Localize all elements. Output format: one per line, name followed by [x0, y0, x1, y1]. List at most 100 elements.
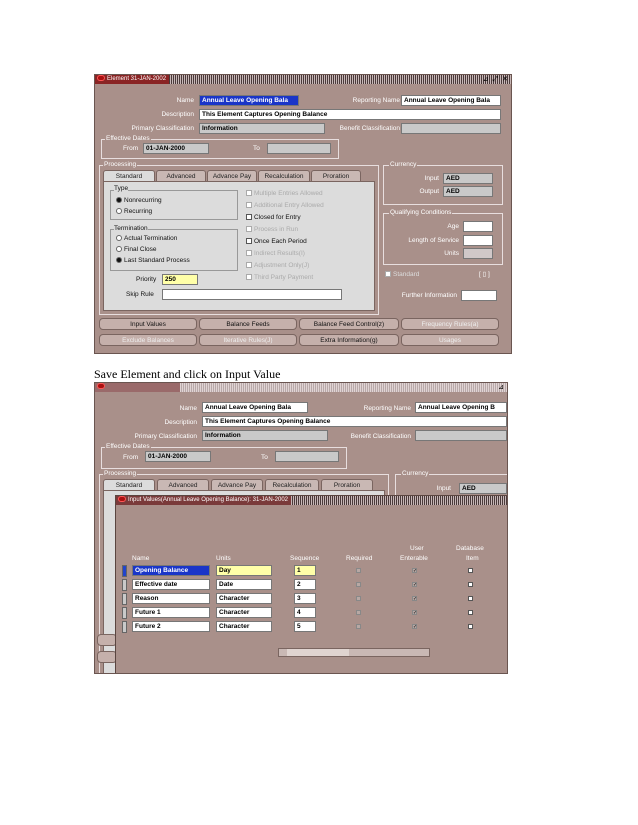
third-party-payment-checkbox[interactable]: Third Party Payment [246, 274, 313, 281]
input-sequence-field-5[interactable]: 5 [294, 621, 316, 632]
input-name-field-5[interactable]: Future 2 [132, 621, 210, 632]
input-name-field-4[interactable]: Future 1 [132, 607, 210, 618]
reporting-name-field-2[interactable]: Annual Leave Opening B [415, 402, 507, 413]
flex-field-bracket[interactable]: [ ▯ ] [479, 270, 490, 278]
database-item-checkbox-4[interactable] [468, 610, 473, 615]
user-enterable-checkbox-3[interactable]: ✓ [412, 596, 417, 602]
reporting-name-field[interactable]: Annual Leave Opening Bala [401, 95, 501, 106]
tab-proration[interactable]: Proration [311, 170, 361, 181]
extra-information-button[interactable]: Extra Information(g) [299, 334, 399, 346]
tab-standard-2[interactable]: Standard [103, 479, 155, 490]
frequency-rules-button[interactable]: Frequency Rules(a) [401, 318, 499, 330]
element-window-behind-titlebar[interactable]: ⊿ [95, 383, 507, 392]
exclude-balances-button[interactable]: Exclude Balances [99, 334, 197, 346]
input-name-field-3[interactable]: Reason [132, 593, 210, 604]
once-each-period-checkbox[interactable]: Once Each Period [246, 238, 307, 245]
row-indicator-1[interactable] [122, 565, 127, 577]
closed-for-entry-checkbox[interactable]: Closed for Entry [246, 214, 301, 221]
balance-feeds-button[interactable]: Balance Feeds [199, 318, 297, 330]
input-sequence-field-2[interactable]: 2 [294, 579, 316, 590]
multiple-entries-checkbox[interactable]: Multiple Entries Allowed [246, 190, 323, 197]
length-of-service-field[interactable] [463, 235, 493, 246]
tab-advance-pay[interactable]: Advance Pay [207, 170, 257, 181]
nonrecurring-radio[interactable]: Nonrecurring [116, 197, 162, 204]
benefit-classification-field-2[interactable] [415, 430, 507, 441]
hidden-button-1[interactable] [97, 634, 117, 646]
further-information-field[interactable] [461, 290, 497, 301]
required-checkbox-2[interactable] [356, 582, 361, 587]
horizontal-scrollbar[interactable] [278, 648, 430, 657]
scrollbar-thumb[interactable] [287, 649, 349, 656]
from-date-field[interactable]: 01-JAN-2000 [143, 143, 209, 154]
input-name-field-2[interactable]: Effective date [132, 579, 210, 590]
database-item-checkbox-5[interactable] [468, 624, 473, 629]
required-checkbox-1[interactable] [356, 568, 361, 573]
user-enterable-checkbox-1[interactable]: ✓ [412, 568, 417, 574]
input-sequence-field-4[interactable]: 4 [294, 607, 316, 618]
usages-button[interactable]: Usages [401, 334, 499, 346]
input-units-field-5[interactable]: Character [216, 621, 272, 632]
user-enterable-checkbox-5[interactable]: ✓ [412, 624, 417, 630]
input-name-field-1[interactable]: Opening Balance [132, 565, 210, 576]
input-values-button[interactable]: Input Values [99, 318, 197, 330]
standard-checkbox[interactable]: Standard [385, 271, 419, 278]
primary-classification-field[interactable]: Information [199, 123, 325, 134]
actual-termination-radio[interactable]: Actual Termination [116, 235, 177, 242]
tab-advanced-2[interactable]: Advanced [157, 479, 209, 490]
recurring-radio[interactable]: Recurring [116, 208, 152, 215]
row-indicator-3[interactable] [122, 593, 127, 605]
input-units-field-3[interactable]: Character [216, 593, 272, 604]
from-date-field-2[interactable]: 01-JAN-2000 [145, 451, 211, 462]
name-field[interactable]: Annual Leave Opening Bala [199, 95, 299, 106]
tab-proration-2[interactable]: Proration [321, 479, 373, 490]
additional-entry-checkbox[interactable]: Additional Entry Allowed [246, 202, 324, 209]
iterative-rules-button[interactable]: Iterative Rules(J) [199, 334, 297, 346]
units-field[interactable] [463, 248, 493, 259]
user-enterable-checkbox-2[interactable]: ✓ [412, 582, 417, 588]
tab-recalculation-2[interactable]: Recalculation [265, 479, 319, 490]
required-checkbox-4[interactable] [356, 610, 361, 615]
indirect-results-checkbox[interactable]: Indirect Results(I) [246, 250, 305, 257]
input-values-titlebar[interactable]: Input Values(Annual Leave Opening Balanc… [116, 496, 507, 505]
window-controls-icon-2[interactable]: ⊿ [498, 383, 505, 392]
process-in-run-checkbox[interactable]: Process in Run [246, 226, 298, 233]
input-currency-field[interactable]: AED [443, 173, 493, 184]
input-units-field-4[interactable]: Character [216, 607, 272, 618]
tab-advanced[interactable]: Advanced [156, 170, 206, 181]
balance-feed-control-button[interactable]: Balance Feed Control(z) [299, 318, 399, 330]
last-standard-process-radio[interactable]: Last Standard Process [116, 257, 190, 264]
to-date-field[interactable] [267, 143, 331, 154]
element-window-titlebar[interactable]: Element 31-JAN-2002 ⊿ ⤢ ✕ [95, 75, 511, 84]
description-field[interactable]: This Element Captures Opening Balance [199, 109, 501, 120]
required-checkbox-3[interactable] [356, 596, 361, 601]
tab-standard[interactable]: Standard [103, 170, 155, 181]
database-item-checkbox-1[interactable] [468, 568, 473, 573]
required-checkbox-5[interactable] [356, 624, 361, 629]
name-field-2[interactable]: Annual Leave Opening Bala [202, 402, 308, 413]
row-indicator-2[interactable] [122, 579, 127, 591]
tab-advance-pay-2[interactable]: Advance Pay [211, 479, 263, 490]
skip-rule-field[interactable] [162, 289, 342, 300]
adjustment-only-checkbox[interactable]: Adjustment Only(J) [246, 262, 309, 269]
row-indicator-5[interactable] [122, 621, 127, 633]
priority-field[interactable]: 250 [162, 274, 198, 285]
database-item-checkbox-2[interactable] [468, 582, 473, 587]
age-field[interactable] [463, 221, 493, 232]
input-currency-field-2[interactable]: AED [459, 483, 507, 494]
window-controls-icon[interactable]: ⊿ ⤢ ✕ [483, 75, 509, 84]
to-date-field-2[interactable] [275, 451, 339, 462]
description-field-2[interactable]: This Element Captures Opening Balance [202, 416, 507, 427]
input-units-field-2[interactable]: Date [216, 579, 272, 590]
row-indicator-4[interactable] [122, 607, 127, 619]
input-sequence-field-1[interactable]: 1 [294, 565, 316, 576]
user-enterable-checkbox-4[interactable]: ✓ [412, 610, 417, 616]
input-units-field-1[interactable]: Day [216, 565, 272, 576]
tab-recalculation[interactable]: Recalculation [258, 170, 310, 181]
database-item-checkbox-3[interactable] [468, 596, 473, 601]
input-sequence-field-3[interactable]: 3 [294, 593, 316, 604]
output-currency-field[interactable]: AED [443, 186, 493, 197]
hidden-button-2[interactable] [97, 651, 117, 663]
benefit-classification-field[interactable] [401, 123, 501, 134]
final-close-radio[interactable]: Final Close [116, 246, 157, 253]
primary-classification-field-2[interactable]: Information [202, 430, 328, 441]
